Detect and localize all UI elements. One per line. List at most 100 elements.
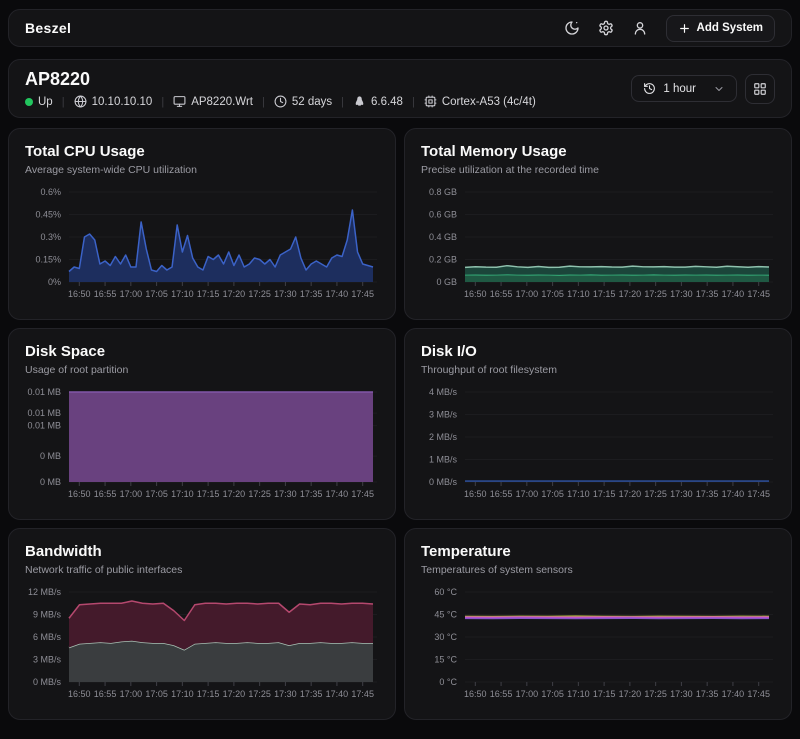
system-title: AP8220 (25, 69, 536, 90)
svg-text:17:30: 17:30 (670, 289, 693, 299)
chart-card-temperature: Temperature Temperatures of system senso… (404, 528, 792, 720)
svg-text:0 MB: 0 MB (40, 451, 61, 461)
svg-text:17:25: 17:25 (644, 689, 667, 699)
svg-text:0.01 MB: 0.01 MB (27, 421, 61, 431)
svg-text:17:40: 17:40 (326, 689, 349, 699)
chart-title: Total CPU Usage (25, 143, 379, 160)
svg-text:30 °C: 30 °C (434, 632, 457, 642)
svg-text:17:40: 17:40 (722, 689, 745, 699)
svg-text:0.4 GB: 0.4 GB (429, 232, 457, 242)
svg-text:17:25: 17:25 (248, 689, 271, 699)
status-dot-icon (25, 98, 33, 106)
svg-text:17:00: 17:00 (516, 289, 539, 299)
user-menu-button[interactable] (632, 20, 648, 36)
bandwidth-chart: 0 MB/s3 MB/s6 MB/s9 MB/s12 MB/s16:5016:5… (25, 584, 379, 710)
svg-text:9 MB/s: 9 MB/s (33, 610, 62, 620)
svg-text:17:05: 17:05 (145, 489, 168, 499)
svg-text:17:35: 17:35 (300, 289, 323, 299)
svg-text:16:50: 16:50 (68, 289, 91, 299)
svg-text:17:30: 17:30 (274, 489, 297, 499)
svg-text:17:05: 17:05 (541, 489, 564, 499)
clock-icon (274, 95, 287, 108)
svg-text:2 MB/s: 2 MB/s (429, 432, 458, 442)
svg-text:17:20: 17:20 (223, 489, 246, 499)
svg-text:0.6%: 0.6% (40, 187, 61, 197)
svg-text:17:15: 17:15 (593, 689, 616, 699)
svg-text:17:10: 17:10 (567, 689, 590, 699)
svg-text:0 °C: 0 °C (439, 677, 457, 687)
navbar: Beszel Add System (8, 9, 792, 47)
chart-card-disk-space: Disk Space Usage of root partition 0 MB 0… (8, 328, 396, 520)
svg-text:17:45: 17:45 (351, 289, 374, 299)
app-logo[interactable]: Beszel (25, 20, 71, 36)
chart-card-disk-io: Disk I/O Throughput of root filesystem 0… (404, 328, 792, 520)
svg-text:60 °C: 60 °C (434, 587, 457, 597)
svg-text:16:50: 16:50 (464, 289, 487, 299)
status-badge: Up (25, 96, 53, 108)
svg-text:17:30: 17:30 (670, 489, 693, 499)
chart-title: Total Memory Usage (421, 143, 775, 160)
kernel-icon (353, 95, 366, 108)
svg-text:17:40: 17:40 (722, 289, 745, 299)
svg-text:17:35: 17:35 (300, 689, 323, 699)
svg-text:0 MB/s: 0 MB/s (33, 677, 62, 687)
meta-hostname: AP8220.Wrt (173, 95, 253, 108)
svg-text:45 °C: 45 °C (434, 610, 457, 620)
svg-text:16:50: 16:50 (464, 689, 487, 699)
charts-grid: Total CPU Usage Average system-wide CPU … (8, 128, 792, 720)
svg-text:17:25: 17:25 (248, 289, 271, 299)
add-system-label: Add System (697, 22, 763, 34)
chart-title: Bandwidth (25, 543, 379, 560)
svg-text:17:45: 17:45 (351, 689, 374, 699)
svg-text:16:50: 16:50 (68, 689, 91, 699)
meta-uptime: 52 days (274, 95, 332, 108)
chart-subtitle: Precise utilization at the recorded time (421, 164, 775, 176)
svg-text:0.15%: 0.15% (35, 255, 61, 265)
svg-text:17:15: 17:15 (593, 289, 616, 299)
svg-text:17:15: 17:15 (197, 289, 220, 299)
svg-text:0.01 MB: 0.01 MB (27, 408, 61, 418)
svg-text:17:20: 17:20 (619, 689, 642, 699)
svg-text:15 °C: 15 °C (434, 655, 457, 665)
temperature-chart: 0 °C15 °C30 °C45 °C60 °C16:5016:5517:001… (421, 584, 775, 710)
svg-text:17:15: 17:15 (197, 489, 220, 499)
system-header-card: AP8220 Up | 10.10.10.10 | AP8220.Wrt | 5… (8, 59, 792, 118)
svg-text:17:25: 17:25 (644, 489, 667, 499)
svg-text:17:00: 17:00 (120, 489, 143, 499)
chart-subtitle: Usage of root partition (25, 364, 379, 376)
svg-text:17:45: 17:45 (747, 289, 770, 299)
chart-title: Disk Space (25, 343, 379, 360)
navbar-actions: Add System (564, 15, 775, 42)
svg-text:17:20: 17:20 (223, 689, 246, 699)
plus-icon (678, 22, 691, 35)
theme-toggle-button[interactable] (564, 20, 580, 36)
svg-text:17:10: 17:10 (171, 289, 194, 299)
globe-icon (74, 95, 87, 108)
svg-text:0.8 GB: 0.8 GB (429, 187, 457, 197)
svg-text:0 MB: 0 MB (40, 477, 61, 487)
meta-cpu-model: Cortex-A53 (4c/4t) (424, 95, 536, 108)
svg-text:17:05: 17:05 (145, 289, 168, 299)
svg-text:17:10: 17:10 (567, 489, 590, 499)
svg-text:17:30: 17:30 (670, 689, 693, 699)
settings-button[interactable] (598, 20, 614, 36)
svg-text:16:55: 16:55 (94, 689, 117, 699)
disk-io-chart: 0 MB/s1 MB/s2 MB/s3 MB/s4 MB/s16:5016:55… (421, 384, 775, 510)
chart-subtitle: Temperatures of system sensors (421, 564, 775, 576)
svg-text:6 MB/s: 6 MB/s (33, 632, 62, 642)
time-range-select[interactable]: 1 hour (631, 75, 737, 102)
svg-text:16:55: 16:55 (490, 289, 513, 299)
meta-kernel-version: 6.6.48 (353, 95, 403, 108)
svg-text:17:15: 17:15 (197, 689, 220, 699)
chip-icon (424, 95, 437, 108)
svg-text:0 GB: 0 GB (436, 277, 457, 287)
history-icon (643, 82, 656, 95)
chart-layout-button[interactable] (745, 74, 775, 104)
system-meta-row: Up | 10.10.10.10 | AP8220.Wrt | 52 days … (25, 95, 536, 108)
svg-text:0.45%: 0.45% (35, 210, 61, 220)
svg-text:17:35: 17:35 (696, 489, 719, 499)
add-system-button[interactable]: Add System (666, 15, 775, 42)
svg-text:17:00: 17:00 (516, 689, 539, 699)
status-label: Up (38, 96, 53, 108)
svg-text:17:00: 17:00 (120, 289, 143, 299)
